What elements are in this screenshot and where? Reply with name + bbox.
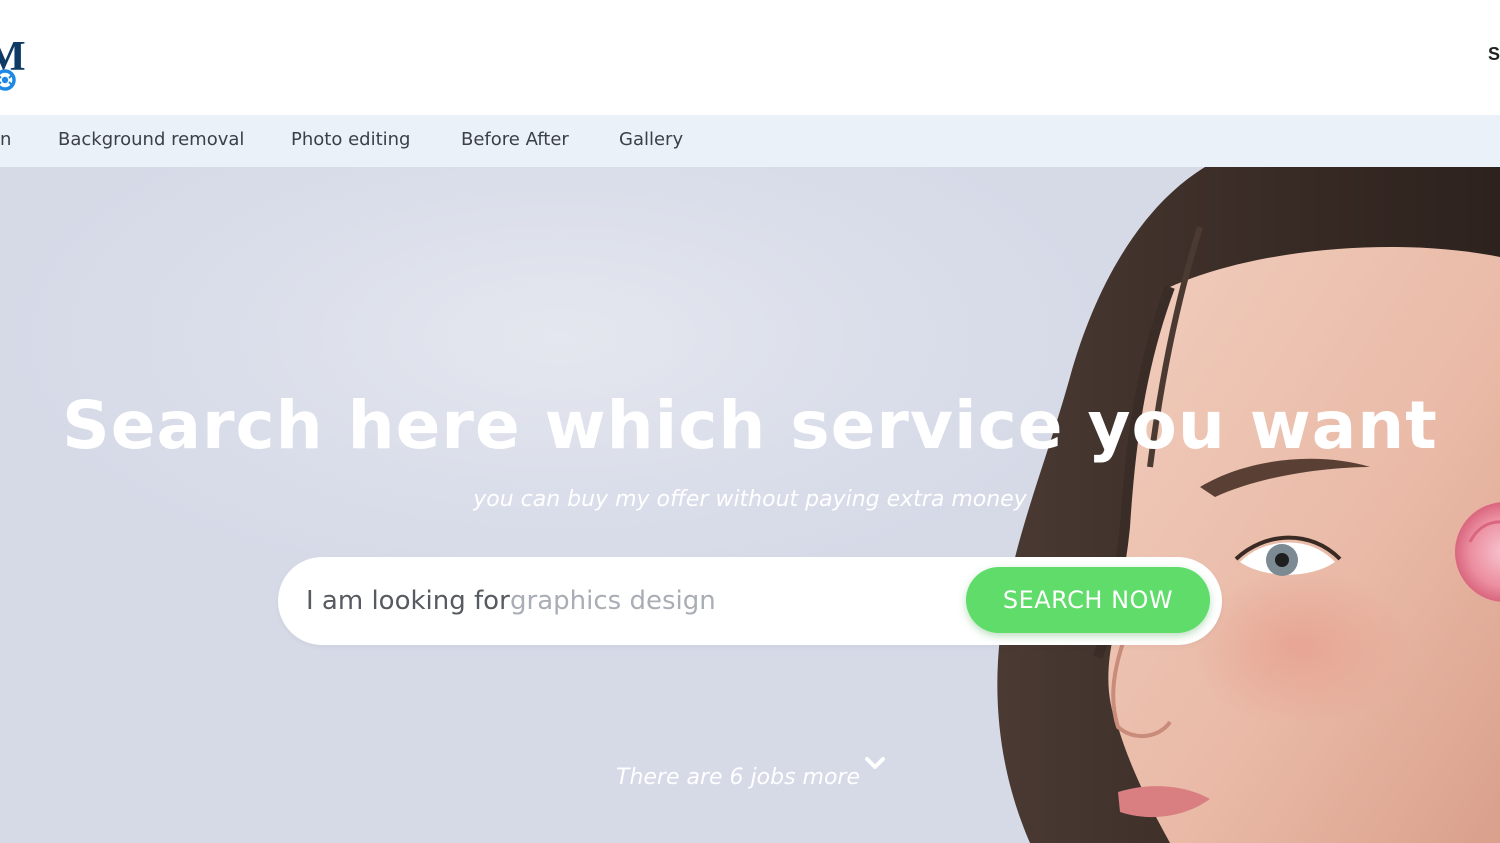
main-navigation: n Background removal Photo editing Befor… xyxy=(0,115,1500,167)
hero-subtitle: you can buy my offer without paying extr… xyxy=(473,487,1027,512)
site-header: M S xyxy=(0,0,1500,115)
nav-item-partial[interactable]: n xyxy=(0,115,11,167)
jobs-more-link[interactable]: There are 6 jobs more xyxy=(616,765,860,790)
hero-section: Search here which service you want you c… xyxy=(0,167,1500,843)
header-right-link[interactable]: S xyxy=(1488,44,1500,65)
search-prefix-label: I am looking for xyxy=(306,586,510,616)
nav-item-background-removal[interactable]: Background removal xyxy=(58,115,244,167)
nav-item-before-after[interactable]: Before After xyxy=(461,115,569,167)
chevron-down-icon[interactable] xyxy=(864,755,886,771)
search-bar: I am looking for SEARCH NOW xyxy=(278,557,1222,645)
hero-title: Search here which service you want xyxy=(62,387,1438,464)
nav-item-gallery[interactable]: Gallery xyxy=(619,115,683,167)
site-logo[interactable]: M xyxy=(0,36,26,96)
search-input[interactable] xyxy=(510,579,950,623)
search-now-button[interactable]: SEARCH NOW xyxy=(966,567,1210,633)
nav-item-photo-editing[interactable]: Photo editing xyxy=(291,115,410,167)
camera-ring-icon xyxy=(0,69,16,91)
